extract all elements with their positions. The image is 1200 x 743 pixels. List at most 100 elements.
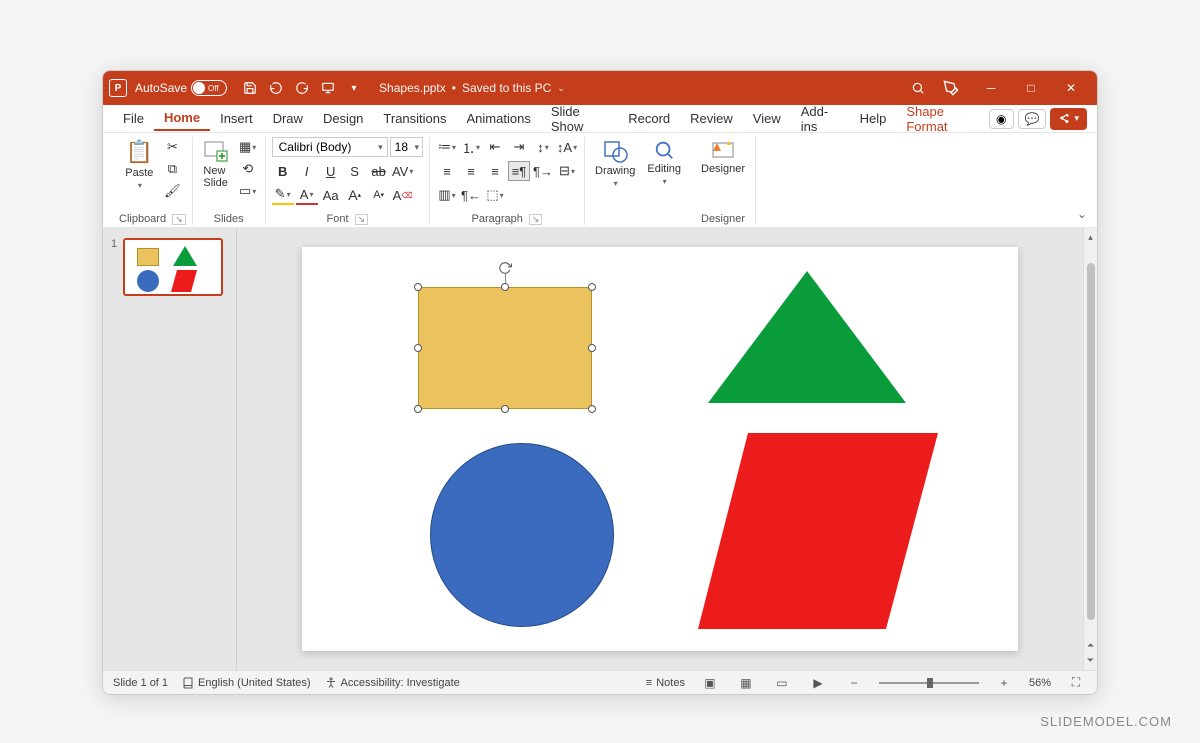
shape-circle[interactable] [430,443,614,627]
scroll-up-icon[interactable]: ▴ [1088,232,1093,243]
tab-animations[interactable]: Animations [457,107,541,130]
zoom-out-button[interactable]: − [843,674,865,692]
columns-button[interactable]: ▥▾ [436,185,458,205]
prev-slide-icon[interactable]: ⏶ [1087,640,1094,651]
resize-handle[interactable] [414,283,422,291]
align-right-button[interactable]: ≡ [484,161,506,181]
font-launcher[interactable]: ↘ [355,214,369,225]
close-button[interactable]: ✕ [1051,71,1091,105]
search-icon[interactable] [906,76,930,100]
tab-help[interactable]: Help [850,107,897,130]
accessibility-status[interactable]: Accessibility: Investigate [325,677,460,689]
drawing-button[interactable]: Drawing ▾ [591,137,639,190]
language-status[interactable]: English (United States) [182,677,311,689]
slide-sorter-icon[interactable]: ▦ [735,674,757,692]
editing-button[interactable]: Editing ▾ [643,137,685,188]
copy-icon[interactable]: ⧉ [161,159,183,179]
shape-rectangle[interactable] [418,287,592,409]
indent-increase-button[interactable]: ⇥ [508,137,530,157]
resize-handle[interactable] [501,283,509,291]
align-left-button[interactable]: ≡ [436,161,458,181]
shape-triangle[interactable] [702,267,912,407]
justify-button[interactable]: ≡¶ [508,161,530,181]
shadow-button[interactable]: S [344,161,366,181]
format-painter-icon[interactable]: 🖌 [161,181,183,201]
slide-canvas[interactable] [302,247,1018,651]
document-title[interactable]: Shapes.pptx • Saved to this PC ⌄ [379,81,565,95]
char-spacing-button[interactable]: AV▾ [392,161,414,181]
tab-file[interactable]: File [113,107,154,130]
slideshow-view-icon[interactable]: ▶ [807,674,829,692]
resize-handle[interactable] [414,344,422,352]
redo-icon[interactable] [290,76,314,100]
ltr-button[interactable]: ¶→ [532,161,554,181]
maximize-button[interactable]: □ [1011,71,1051,105]
slide-counter[interactable]: Slide 1 of 1 [113,677,168,689]
rotate-handle-icon[interactable] [498,261,512,275]
reset-icon[interactable]: ⟲ [237,159,259,179]
tab-transitions[interactable]: Transitions [373,107,456,130]
grow-font-button[interactable]: A▴ [344,185,366,205]
save-icon[interactable] [238,76,262,100]
layout-icon[interactable]: ▦▾ [237,137,259,157]
italic-button[interactable]: I [296,161,318,181]
new-slide-button[interactable]: New Slide [199,137,233,191]
ribbon-collapse-icon[interactable]: ⌄ [1077,207,1087,221]
convert-smartart-button[interactable]: ⬚▾ [484,185,506,205]
clear-format-button[interactable]: A⌫ [392,185,414,205]
tab-insert[interactable]: Insert [210,107,263,130]
undo-icon[interactable] [264,76,288,100]
resize-handle[interactable] [588,283,596,291]
tab-review[interactable]: Review [680,107,743,130]
tab-record[interactable]: Record [618,107,680,130]
tab-design[interactable]: Design [313,107,373,130]
tab-view[interactable]: View [743,107,791,130]
bullets-button[interactable]: ≔▾ [436,137,458,157]
autosave-toggle[interactable]: Off [191,80,227,96]
camera-icon[interactable]: ◉ [989,109,1013,129]
bold-button[interactable]: B [272,161,294,181]
notes-button[interactable]: ≡ Notes [646,677,685,689]
resize-handle[interactable] [588,344,596,352]
change-case-button[interactable]: Aa [320,185,342,205]
present-icon[interactable] [316,76,340,100]
reading-view-icon[interactable]: ▭ [771,674,793,692]
font-name-select[interactable]: Calibri (Body) [272,137,388,157]
next-slide-icon[interactable]: ⏷ [1087,655,1094,666]
cut-icon[interactable]: ✂ [161,137,183,157]
align-center-button[interactable]: ≡ [460,161,482,181]
share-button[interactable]: ▾ [1050,108,1087,130]
numbering-button[interactable]: ⒈▾ [460,137,482,157]
zoom-slider[interactable] [879,682,979,684]
resize-handle[interactable] [501,405,509,413]
shrink-font-button[interactable]: A▾ [368,185,390,205]
strikethrough-button[interactable]: ab [368,161,390,181]
zoom-in-button[interactable]: + [993,674,1015,692]
scrollbar-thumb[interactable] [1087,263,1095,620]
paragraph-launcher[interactable]: ↘ [529,214,543,225]
tab-slideshow[interactable]: Slide Show [541,100,618,138]
comments-icon[interactable]: 💬 [1018,109,1047,129]
normal-view-icon[interactable]: ▣ [699,674,721,692]
resize-handle[interactable] [414,405,422,413]
indent-decrease-button[interactable]: ⇤ [484,137,506,157]
tab-home[interactable]: Home [154,106,210,131]
designer-button[interactable]: Designer [697,137,749,177]
vertical-scrollbar[interactable]: ▴ ⏶ ⏷ [1083,228,1097,670]
section-icon[interactable]: ▭▾ [237,181,259,201]
paste-button[interactable]: 📋 Paste ▾ [121,137,157,192]
zoom-level[interactable]: 56% [1029,677,1051,689]
slide-canvas-area[interactable] [237,228,1083,670]
font-size-select[interactable]: 18 [390,137,423,157]
tab-draw[interactable]: Draw [263,107,313,130]
align-text-button[interactable]: ⊟▾ [556,161,578,181]
tab-shape-format[interactable]: Shape Format [896,100,989,138]
text-direction-button[interactable]: ↕A▾ [556,137,578,157]
shape-parallelogram[interactable] [694,429,944,633]
font-color-button[interactable]: A▾ [296,185,318,205]
slide-thumbnail-1[interactable] [123,238,223,296]
underline-button[interactable]: U [320,161,342,181]
line-spacing-button[interactable]: ↕▾ [532,137,554,157]
clipboard-launcher[interactable]: ↘ [172,214,186,225]
rtl-button[interactable]: ¶← [460,185,482,205]
